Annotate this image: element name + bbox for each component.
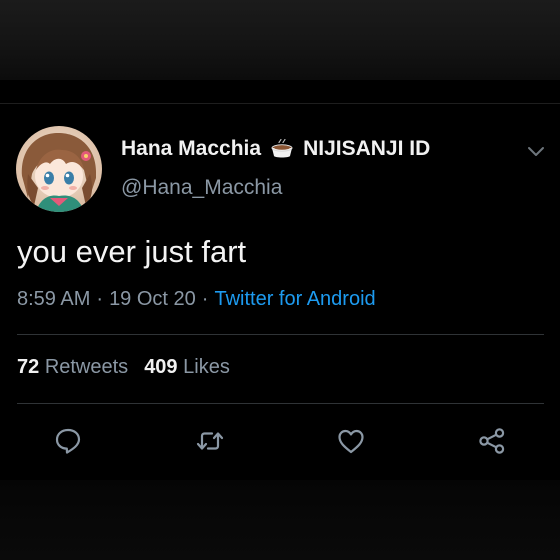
divider <box>17 334 544 335</box>
meta-separator: · <box>96 288 104 310</box>
divider <box>17 403 544 404</box>
tweet-detail: Hana Macchia NIJISANJI ID @Hana_Macchia … <box>0 104 560 480</box>
chevron-down-icon[interactable] <box>525 140 547 162</box>
reply-icon[interactable] <box>53 426 83 456</box>
author-name-row[interactable]: Hana Macchia NIJISANJI ID <box>121 137 430 161</box>
like-icon[interactable] <box>336 426 366 456</box>
coffee-drink-icon <box>270 137 294 161</box>
retweets-label: Retweets <box>44 356 129 378</box>
avatar[interactable] <box>16 126 102 212</box>
likes-stat[interactable]: 409 Likes <box>144 356 230 378</box>
tweet-stats: 72 Retweets 409 Likes <box>17 356 230 379</box>
tweet-time: 8:59 AM <box>17 288 91 310</box>
tweet-meta: 8:59 AM · 19 Oct 20 · Twitter for Android <box>17 288 376 311</box>
meta-separator: · <box>201 288 209 310</box>
likes-count: 409 <box>144 356 178 378</box>
author-org-name[interactable]: NIJISANJI ID <box>303 137 430 161</box>
retweet-icon[interactable] <box>195 426 225 456</box>
author-handle[interactable]: @Hana_Macchia <box>121 176 282 200</box>
retweets-count: 72 <box>17 356 40 378</box>
tweet-text: you ever just fart <box>17 234 247 269</box>
share-icon[interactable] <box>477 426 507 456</box>
author-display-name[interactable]: Hana Macchia <box>121 137 261 161</box>
tweet-source-link[interactable]: Twitter for Android <box>214 288 375 310</box>
blurred-background-bottom <box>0 480 560 560</box>
likes-label: Likes <box>183 356 230 378</box>
retweets-stat[interactable]: 72 Retweets <box>17 356 128 378</box>
blurred-background-top <box>0 0 560 80</box>
tweet-date: 19 Oct 20 <box>109 288 196 310</box>
